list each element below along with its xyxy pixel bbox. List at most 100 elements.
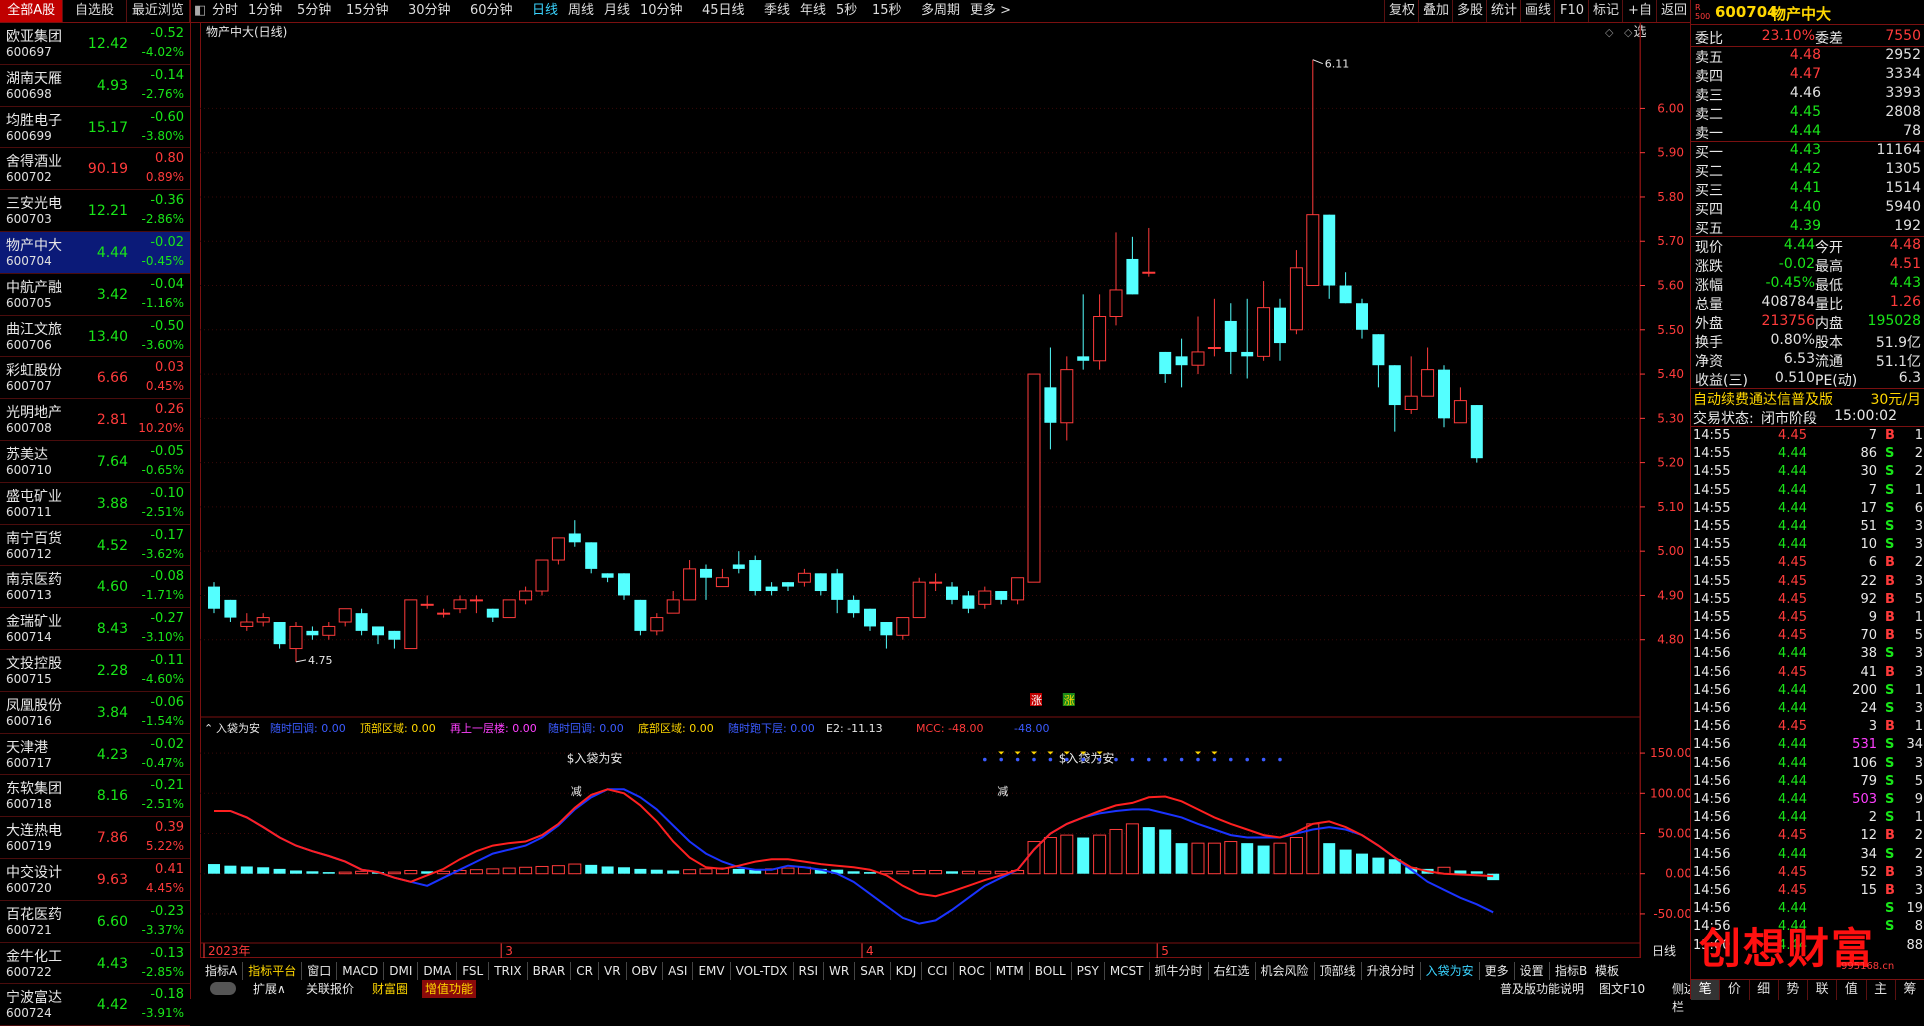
bid-row[interactable]: 买二 4.42 1305 xyxy=(1691,161,1924,180)
indicator-tab[interactable]: BOLL xyxy=(1030,962,1072,980)
bottom-function-button[interactable]: 普及版功能说明 xyxy=(1500,980,1584,998)
stock-row[interactable]: 三安光电 600703 12.21 -0.36 -2.86% xyxy=(0,190,190,232)
indicator-tab[interactable]: 指标B xyxy=(1555,962,1587,980)
indicator-tab[interactable]: MTM xyxy=(991,962,1030,980)
indicator-tab[interactable]: WR xyxy=(824,962,856,980)
quote-bottom-tab[interactable]: 笔 xyxy=(1691,980,1721,1000)
period-button[interactable]: 5秒 xyxy=(836,0,857,22)
indicator-tab[interactable]: 机会风险 xyxy=(1256,962,1315,980)
stock-row[interactable]: 百花医药 600721 6.60 -0.23 -3.37% xyxy=(0,901,190,943)
bid-row[interactable]: 买五 4.39 192 xyxy=(1691,218,1924,237)
stock-row[interactable]: 金瑞矿业 600714 8.43 -0.27 -3.10% xyxy=(0,608,190,650)
stock-row[interactable]: 彩虹股份 600707 6.66 0.03 0.45% xyxy=(0,357,190,400)
stock-list-tab[interactable]: 全部A股 xyxy=(0,0,64,22)
toolbar-button[interactable]: 画线 xyxy=(1520,0,1555,22)
period-button[interactable]: 30分钟 xyxy=(408,0,451,22)
toggle-switch[interactable] xyxy=(210,982,236,995)
diamond-icon[interactable]: ◇ xyxy=(1624,26,1633,39)
indicator-tab[interactable]: 设置 xyxy=(1515,962,1550,980)
stock-row[interactable]: 宁波富达 600724 4.42 -0.18 -3.91% xyxy=(0,984,190,1026)
bid-row[interactable]: 买四 4.40 5940 xyxy=(1691,199,1924,218)
indicator-tab[interactable]: ASI xyxy=(663,962,694,980)
quote-bottom-tab[interactable]: 值 xyxy=(1837,980,1867,1000)
stock-row[interactable]: 物产中大 600704 4.44 -0.02 -0.45% xyxy=(0,231,190,274)
stock-row[interactable]: 曲江文旅 600706 13.40 -0.50 -3.60% xyxy=(0,316,190,358)
indicator-tab[interactable]: RSI xyxy=(794,962,825,980)
period-button[interactable]: 1分钟 xyxy=(248,0,282,22)
period-button[interactable]: 10分钟 xyxy=(640,0,683,22)
indicator-tab[interactable]: VOL-TDX xyxy=(731,962,794,980)
indicator-toggle-icon[interactable]: ⌃ xyxy=(204,722,213,735)
toolbar-button[interactable]: 返回 xyxy=(1656,0,1691,22)
indicator-tab[interactable]: CCI xyxy=(922,962,954,980)
period-button[interactable]: 年线 xyxy=(800,0,826,22)
period-button[interactable]: 周线 xyxy=(568,0,594,22)
stock-row[interactable]: 盛屯矿业 600711 3.88 -0.10 -2.51% xyxy=(0,483,190,525)
period-button[interactable]: 15秒 xyxy=(872,0,902,22)
period-button[interactable]: 60分钟 xyxy=(470,0,513,22)
period-button[interactable]: 45日线 xyxy=(702,0,745,22)
indicator-tab[interactable]: EMV xyxy=(693,962,731,980)
indicator-tab[interactable]: 窗口 xyxy=(302,962,338,980)
bottom-function-button[interactable]: 图文F10 xyxy=(1599,980,1645,998)
stock-row[interactable]: 光明地产 600708 2.81 0.26 10.20% xyxy=(0,399,190,441)
indicator-tab[interactable]: MACD xyxy=(337,962,385,980)
toolbar-button[interactable]: 叠加 xyxy=(1418,0,1453,22)
indicator-tab[interactable]: KDJ xyxy=(891,962,923,980)
bottom-function-button[interactable]: 关联报价 xyxy=(303,980,357,998)
toolbar-button[interactable]: 标记 xyxy=(1588,0,1623,22)
stock-row[interactable]: 舍得酒业 600702 90.19 0.80 0.89% xyxy=(0,148,190,191)
indicator-tab[interactable]: TRIX xyxy=(489,962,528,980)
sidebar-toggle-icon[interactable]: ◧ xyxy=(194,0,206,22)
indicator-tab[interactable]: 升浪分时 xyxy=(1362,962,1421,980)
stock-row[interactable]: 东软集团 600718 8.16 -0.21 -2.51% xyxy=(0,775,190,818)
time-axis-button[interactable]: 日线 xyxy=(1652,944,1676,958)
period-button[interactable]: 多周期 xyxy=(921,0,960,22)
stock-row[interactable]: 欧亚集团 600697 12.42 -0.52 -4.02% xyxy=(0,23,190,65)
ask-row[interactable]: 卖四 4.47 3334 xyxy=(1691,66,1924,85)
stock-row[interactable]: 苏美达 600710 7.64 -0.05 -0.65% xyxy=(0,441,190,483)
stock-row[interactable]: 中航产融 600705 3.42 -0.04 -1.16% xyxy=(0,274,190,316)
bottom-function-button[interactable]: 财富圈 xyxy=(369,980,411,998)
indicator-tab[interactable]: 指标平台 xyxy=(243,962,303,980)
period-button[interactable]: 日线 xyxy=(532,0,558,22)
quote-bottom-tab[interactable]: 细 xyxy=(1750,980,1779,1000)
stock-row[interactable]: 南宁百货 600712 4.52 -0.17 -3.62% xyxy=(0,525,190,567)
ask-row[interactable]: 卖一 4.44 78 xyxy=(1691,123,1924,142)
toolbar-button[interactable]: 多股 xyxy=(1452,0,1487,22)
indicator-tab[interactable]: ROC xyxy=(954,962,991,980)
stock-row[interactable]: 大连热电 600719 7.86 0.39 5.22% xyxy=(0,817,190,859)
promo-row[interactable]: 自动续费通达信普及版 30元/月 xyxy=(1691,389,1924,408)
bid-row[interactable]: 买一 4.43 11164 xyxy=(1691,142,1924,161)
period-button[interactable]: 季线 xyxy=(764,0,790,22)
indicator-tab[interactable]: DMA xyxy=(418,962,458,980)
bottom-function-button[interactable]: 扩展∧ xyxy=(250,980,289,998)
indicator-tab[interactable]: VR xyxy=(599,962,627,980)
indicator-tab[interactable]: 更多 xyxy=(1480,962,1515,980)
period-button[interactable]: 更多 > xyxy=(970,0,1011,22)
stock-row[interactable]: 中交设计 600720 9.63 0.41 4.45% xyxy=(0,859,190,901)
stock-row[interactable]: 均胜电子 600699 15.17 -0.60 -3.80% xyxy=(0,107,190,149)
bottom-function-button[interactable]: 增值功能 xyxy=(422,980,477,998)
quote-bottom-tab[interactable]: 主 xyxy=(1867,980,1896,1000)
indicator-tab[interactable]: BRAR xyxy=(528,962,572,980)
quote-bottom-tab[interactable]: 筹 xyxy=(1896,980,1924,1000)
stock-row[interactable]: 凤凰股份 600716 3.84 -0.06 -1.54% xyxy=(0,692,190,734)
indicator-tab[interactable]: DMI xyxy=(384,962,419,980)
kline-chart[interactable]: 物产中大(日线) ◇ ◇ 6.00 5.90 5.80 5.70 5.60 5.50 5.40 5.… xyxy=(200,22,1690,962)
ask-row[interactable]: 卖五 4.48 2952 xyxy=(1691,47,1924,66)
indicator-tab[interactable]: 顶部线 xyxy=(1315,962,1362,980)
indicator-tab[interactable]: SAR xyxy=(855,962,891,980)
indicator-tab[interactable]: CR xyxy=(571,962,599,980)
indicator-tab[interactable]: 抓牛分时 xyxy=(1150,962,1209,980)
indicator-tab[interactable]: FSL xyxy=(457,962,490,980)
ask-row[interactable]: 卖二 4.45 2808 xyxy=(1691,104,1924,123)
stock-list-tab[interactable]: 自选股 xyxy=(63,0,127,22)
period-button[interactable]: 月线 xyxy=(604,0,630,22)
stock-row[interactable]: 金牛化工 600722 4.43 -0.13 -2.85% xyxy=(0,943,190,985)
toolbar-button[interactable]: F10 xyxy=(1554,0,1589,22)
indicator-tab[interactable]: 入袋为安 xyxy=(1421,962,1480,980)
period-button[interactable]: 5分钟 xyxy=(297,0,331,22)
period-button[interactable]: 分时 xyxy=(212,0,238,22)
period-button[interactable]: 15分钟 xyxy=(346,0,389,22)
